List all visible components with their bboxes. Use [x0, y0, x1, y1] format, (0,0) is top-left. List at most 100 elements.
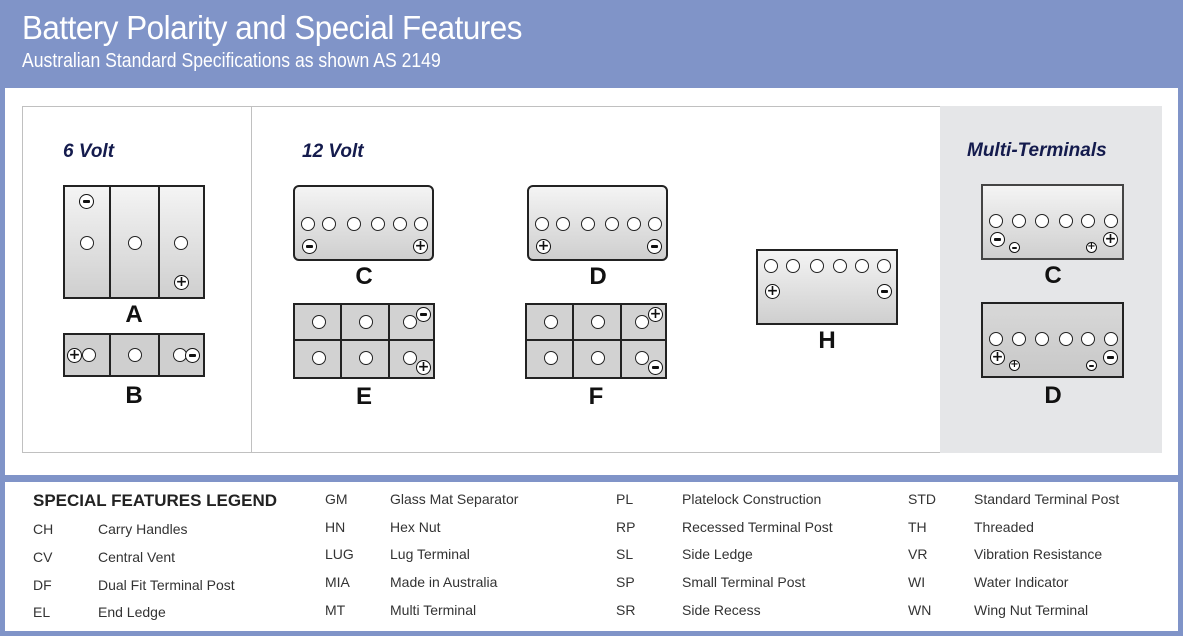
legend-code: STD [908, 491, 936, 507]
battery-cell [295, 341, 342, 377]
special-features-legend: SPECIAL FEATURES LEGEND CH Carry Handles… [5, 482, 1178, 631]
twelve-volt-title: 12 Volt [302, 141, 364, 162]
cell-vent-icon [174, 236, 188, 250]
cell-vent-icon [1059, 332, 1073, 346]
cell-vent-icon [605, 217, 619, 231]
cell-vent-icon [359, 351, 373, 365]
cell-vent-icon [764, 259, 778, 273]
legend-code: GM [325, 491, 348, 507]
cell-vent-icon [855, 259, 869, 273]
legend-code: LUG [325, 546, 354, 562]
legend-desc: Platelock Construction [682, 491, 822, 507]
cell-vent-icon [1035, 332, 1049, 346]
cell-vent-icon [128, 348, 142, 362]
legend-desc: Carry Handles [98, 521, 188, 537]
battery-f-label: F [588, 383, 604, 410]
battery-cell [574, 305, 622, 341]
battery-d [527, 185, 668, 261]
cell-vent-icon [1081, 214, 1095, 228]
negative-terminal-icon [79, 194, 94, 209]
negative-terminal-icon [1103, 350, 1118, 365]
legend-desc: Small Terminal Post [682, 574, 806, 590]
positive-terminal-icon [1103, 232, 1118, 247]
cell-vent-icon [301, 217, 315, 231]
small-negative-terminal-icon [1009, 242, 1020, 253]
cell-vent-icon [810, 259, 824, 273]
legend-code: WN [908, 602, 932, 618]
positive-terminal-icon [990, 350, 1005, 365]
battery-c [293, 185, 434, 261]
cell-vent-icon [1012, 214, 1026, 228]
page-subtitle: Australian Standard Specifications as sh… [22, 50, 441, 72]
positive-terminal-icon [416, 360, 431, 375]
legend-desc: Water Indicator [974, 574, 1069, 590]
cell-vent-icon [403, 315, 417, 329]
battery-cell [622, 305, 665, 341]
multi-battery-d [981, 302, 1124, 378]
page-title: Battery Polarity and Special Features [22, 9, 522, 46]
cell-vent-icon [371, 217, 385, 231]
cell-vent-icon [80, 236, 94, 250]
cell-vent-icon [393, 217, 407, 231]
battery-cell [65, 335, 111, 375]
legend-code: SR [616, 602, 636, 618]
cell-vent-icon [833, 259, 847, 273]
legend-code: RP [616, 519, 636, 535]
legend-desc: Wing Nut Terminal [974, 602, 1089, 618]
cell-vent-icon [403, 351, 417, 365]
battery-a-label: A [125, 301, 143, 328]
battery-cell [65, 187, 111, 297]
legend-code: VR [908, 546, 928, 562]
positive-terminal-icon [174, 275, 189, 290]
cell-vent-icon [556, 217, 570, 231]
legend-code: DF [33, 577, 52, 593]
cell-vent-icon [312, 351, 326, 365]
battery-cell [342, 341, 390, 377]
cell-vent-icon [1059, 214, 1073, 228]
legend-desc: Glass Mat Separator [390, 491, 519, 507]
cell-vent-icon [82, 348, 96, 362]
legend-desc: Lug Terminal [390, 546, 470, 562]
battery-e-label: E [355, 383, 372, 410]
battery-cell [160, 335, 203, 375]
cell-vent-icon [1104, 332, 1118, 346]
legend-desc: Recessed Terminal Post [682, 519, 833, 535]
cell-vent-icon [322, 217, 336, 231]
positive-terminal-icon [765, 284, 780, 299]
legend-code: TH [908, 519, 927, 535]
legend-title: SPECIAL FEATURES LEGEND [33, 491, 278, 510]
legend-code: CV [33, 549, 53, 565]
negative-terminal-icon [648, 360, 663, 375]
cell-vent-icon [591, 315, 605, 329]
header: Battery Polarity and Special Features Au… [0, 0, 1183, 88]
legend-desc: Side Ledge [682, 546, 753, 562]
legend-desc: Made in Australia [390, 574, 498, 590]
battery-f [525, 303, 667, 379]
negative-terminal-icon [302, 239, 317, 254]
cell-vent-icon [581, 217, 595, 231]
legend-desc: Multi Terminal [390, 602, 477, 618]
battery-cell [390, 305, 433, 341]
cell-vent-icon [591, 351, 605, 365]
cell-vent-icon [535, 217, 549, 231]
battery-d-label: D [589, 263, 607, 290]
cell-vent-icon [359, 315, 373, 329]
legend-code: MT [325, 602, 346, 618]
multi-terminals-title: Multi-Terminals [967, 140, 1107, 161]
legend-code: SL [616, 546, 634, 562]
cell-vent-icon [989, 332, 1003, 346]
cell-vent-icon [1035, 214, 1049, 228]
positive-terminal-icon [536, 239, 551, 254]
battery-h-label: H [818, 327, 836, 354]
positive-terminal-icon [648, 307, 663, 322]
battery-cell [527, 305, 574, 341]
six-volt-title: 6 Volt [63, 141, 115, 162]
small-positive-terminal-icon [1009, 360, 1020, 371]
battery-b [63, 333, 205, 377]
legend-desc: Vibration Resistance [974, 546, 1103, 562]
cell-vent-icon [1104, 214, 1118, 228]
battery-c-label: C [355, 263, 373, 290]
cell-vent-icon [877, 259, 891, 273]
cell-vent-icon [544, 315, 558, 329]
cell-vent-icon [544, 351, 558, 365]
